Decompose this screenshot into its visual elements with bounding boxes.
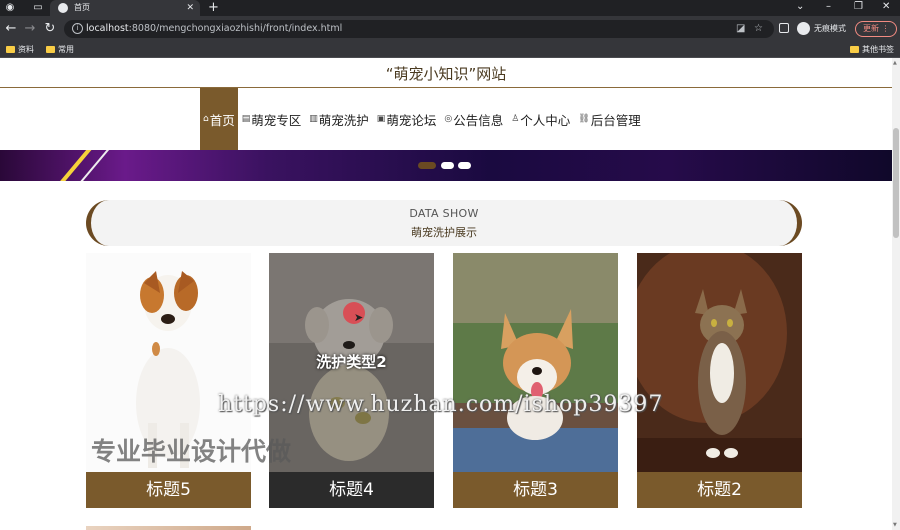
carousel-dot-3[interactable] (458, 162, 471, 169)
home-icon: ⌂ (203, 114, 209, 124)
scroll-up-icon[interactable]: ▲ (893, 60, 897, 66)
profile-label: 无痕模式 (814, 24, 846, 33)
side-panel-icon[interactable] (779, 23, 789, 33)
page-viewport: “萌宠小知识”网站 ⌂ 首页 ▤ 萌宠专区 ▥ 萌宠洗护 ▣ 萌宠论坛 ◎ 公告信息 ♙ 个人中心 ⛓ 后… (0, 58, 892, 530)
card-item[interactable]: 标题2 (637, 253, 802, 508)
bookmark-folder-changyong[interactable]: 常用 (46, 44, 74, 56)
scroll-down-icon[interactable]: ▼ (893, 522, 897, 528)
card-image-corgi (453, 253, 618, 472)
card-title: 标题5 (86, 472, 251, 508)
nav-item-label: 萌宠论坛 (386, 112, 437, 128)
watermark-url: https://www.huzhan.com/ishop39397 (218, 392, 664, 417)
card-title: 标题2 (637, 472, 802, 508)
bookmarks-bar: 资料 常用 其他书签 (0, 42, 900, 58)
page-scrollbar[interactable]: ▲ ▼ (892, 58, 900, 530)
chrome-menu-icon[interactable]: ◉ (4, 2, 16, 14)
nav-item-label: 萌宠洗护 (318, 112, 369, 128)
doc-icon: ▣ (376, 114, 386, 124)
section-header: DATA SHOW 萌宠洗护展示 (86, 200, 802, 246)
globe-icon (58, 3, 68, 13)
close-window-button[interactable]: ✕ (882, 0, 890, 14)
card-image-cat (637, 253, 802, 472)
nav-item-7[interactable]: ⛓ 后台管理 (574, 88, 644, 150)
address-bar[interactable]: i localhost:8080/mengchongxiaozhishi/fro… (64, 20, 774, 38)
forward-button[interactable]: → (22, 21, 38, 37)
main-nav: ⌂ 首页 ▤ 萌宠专区 ▥ 萌宠洗护 ▣ 萌宠论坛 ◎ 公告信息 ♙ 个人中心 ⛓ 后台管理 (200, 88, 645, 150)
bell-icon: ◎ (444, 114, 453, 124)
nav-item-2[interactable]: ▤ 萌宠专区 (238, 88, 306, 150)
scrollbar-thumb[interactable] (893, 128, 899, 238)
nav-item-label: 个人中心 (520, 112, 571, 128)
section-title-en: DATA SHOW (409, 207, 479, 220)
incognito-avatar[interactable] (797, 22, 810, 35)
link-icon: ⛓ (578, 114, 590, 124)
chevron-down-icon[interactable]: ⌄ (796, 0, 804, 14)
translate-icon[interactable]: ◪ (736, 22, 745, 36)
next-card-row (86, 526, 251, 530)
grid-icon: ▥ (309, 114, 318, 124)
hero-banner[interactable] (0, 150, 892, 181)
tab-search-icon[interactable]: ▭ (32, 2, 44, 14)
restore-button[interactable]: ❐ (854, 0, 863, 14)
browser-tab-bar: ◉ ▭ 首页 ✕ + ⌄ – ❐ ✕ (0, 0, 900, 16)
nav-item-4[interactable]: ▣ 萌宠论坛 (373, 88, 441, 150)
info-icon[interactable]: i (72, 23, 83, 34)
card-title: 标题3 (453, 472, 618, 508)
bookmark-star-icon[interactable]: ☆ (754, 22, 763, 36)
site-title: “萌宠小知识”网站 (385, 65, 507, 83)
new-tab-button[interactable]: + (208, 0, 219, 15)
card-title: 标题4 (269, 472, 434, 508)
nav-item-3[interactable]: ▥ 萌宠洗护 (305, 88, 373, 150)
reload-button[interactable]: ↻ (42, 21, 58, 37)
mouse-cursor-icon: ➤ (354, 311, 364, 324)
user-icon: ♙ (511, 114, 520, 124)
nav-item-6[interactable]: ♙ 个人中心 (507, 88, 574, 150)
close-tab-icon[interactable]: ✕ (186, 1, 194, 15)
section-title-cn: 萌宠洗护展示 (411, 226, 477, 239)
folder-icon (850, 46, 859, 53)
card-overlay-text: 洗护类型2 (316, 353, 387, 371)
folder-icon (46, 46, 55, 53)
carousel-dot-1[interactable] (418, 162, 436, 169)
browser-toolbar: ← → ↻ i localhost:8080/mengchongxiaozhis… (0, 16, 900, 42)
grid-icon: ▤ (241, 114, 251, 124)
minimize-button[interactable]: – (826, 0, 831, 14)
back-button[interactable]: ← (3, 21, 19, 37)
card-item-hovered[interactable]: 洗护类型2 标题4 (269, 253, 434, 508)
nav-item-label: 萌宠专区 (251, 112, 302, 128)
card-item[interactable]: 标题5 (86, 253, 251, 508)
watermark-text: 专业毕业设计代做 (91, 437, 292, 466)
bookmark-folder-other[interactable]: 其他书签 (850, 44, 894, 56)
carousel-dot-2[interactable] (441, 162, 454, 169)
folder-icon (6, 46, 15, 53)
update-button[interactable]: 更新 ⋮ (855, 21, 897, 37)
nav-item-1[interactable]: ⌂ 首页 (200, 88, 238, 150)
bookmark-folder-ziliao[interactable]: 资料 (6, 44, 34, 56)
browser-tab-home[interactable]: 首页 ✕ (50, 0, 200, 16)
nav-item-label: 公告信息 (453, 112, 504, 128)
nav-item-5[interactable]: ◎ 公告信息 (440, 88, 507, 150)
tab-title: 首页 (74, 3, 90, 12)
nav-item-label: 后台管理 (590, 112, 641, 128)
nav-item-label: 首页 (209, 112, 235, 128)
card-item[interactable]: 标题3 (453, 253, 618, 508)
url-text: localhost:8080/mengchongxiaozhishi/front… (86, 23, 343, 34)
